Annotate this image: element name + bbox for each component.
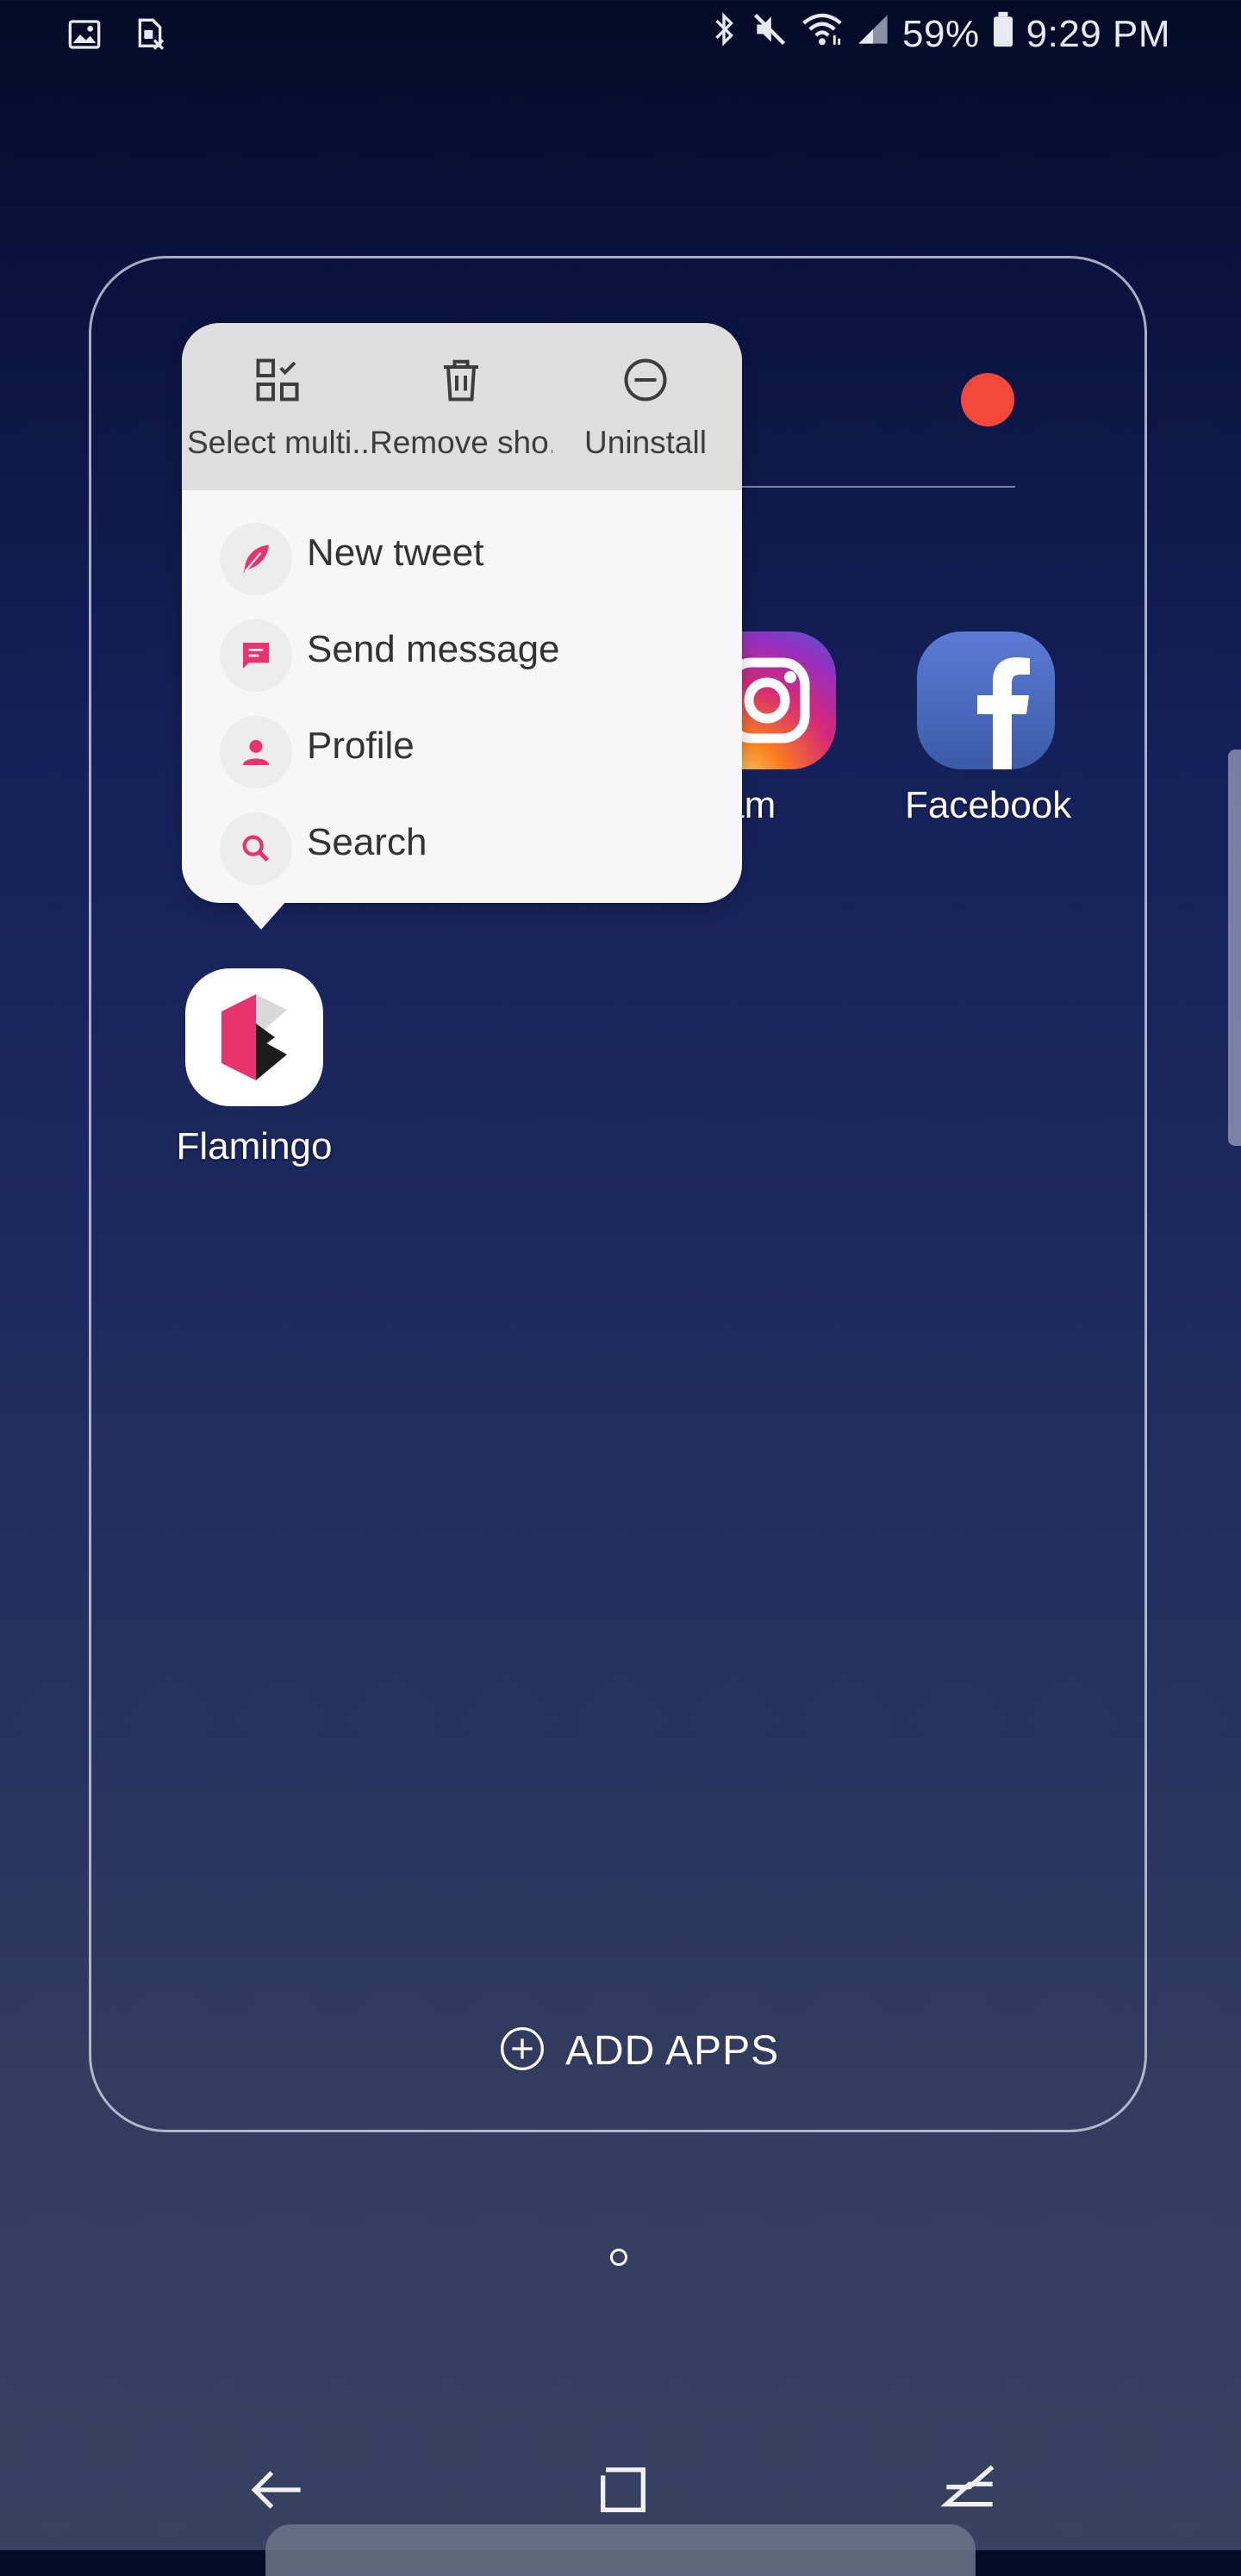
remove-shortcut-button[interactable]: Remove sho..	[370, 323, 552, 490]
flamingo-app-icon	[185, 968, 323, 1106]
back-arrow-icon	[251, 2471, 301, 2509]
gallery-icon	[67, 17, 102, 56]
select-multiple-button[interactable]: Select multi..	[187, 323, 368, 490]
folder-name-underline	[741, 486, 1015, 488]
add-apps-label: ADD APPS	[565, 2028, 780, 2074]
home-button[interactable]	[589, 2455, 658, 2524]
status-left-icons	[67, 17, 167, 56]
add-apps-button[interactable]: ADD APPS	[498, 2025, 779, 2077]
app-flamingo[interactable]: Flamingo	[168, 968, 340, 1175]
page-indicator-dot	[610, 2249, 627, 2266]
message-icon	[220, 619, 292, 692]
recent-apps-button[interactable]	[935, 2455, 1004, 2524]
search-icon	[220, 812, 292, 885]
shortcut-search[interactable]: Search	[182, 792, 742, 888]
uninstall-label: Uninstall	[584, 425, 707, 460]
shortcut-label-profile: Profile	[307, 725, 415, 767]
folder-color-button[interactable]	[961, 373, 1014, 426]
facebook-icon	[917, 632, 1055, 769]
signal-icon	[856, 10, 890, 58]
uninstall-icon	[620, 354, 671, 406]
wifi-icon	[801, 10, 844, 58]
status-bar: 59% 9:29 PM	[0, 0, 1241, 69]
feather-icon	[220, 523, 292, 595]
bottom-sheet-handle[interactable]	[265, 2524, 976, 2576]
remove-shortcut-label: Remove sho..	[370, 425, 552, 460]
trash-icon	[435, 354, 487, 406]
edge-panel-handle[interactable]	[1228, 750, 1241, 1146]
select-multiple-icon	[252, 354, 303, 406]
menu-actions-bar: Select multi.. Remove sho.. Uninstall	[182, 323, 742, 490]
back-button[interactable]	[243, 2455, 312, 2524]
bluetooth-icon	[709, 10, 739, 58]
status-right: 59% 9:29 PM	[709, 10, 1170, 58]
select-multiple-label: Select multi..	[187, 425, 368, 460]
battery-icon	[992, 10, 1014, 58]
shortcut-label-new-tweet: New tweet	[307, 532, 484, 574]
app-shortcut-menu: Select multi.. Remove sho.. Uninstall Ne…	[182, 323, 742, 930]
home-square-icon	[601, 2467, 645, 2512]
sim-card-off-icon	[133, 17, 167, 56]
uninstall-button[interactable]: Uninstall	[554, 323, 737, 490]
shortcut-send-message[interactable]: Send message	[182, 599, 742, 695]
person-icon	[220, 716, 292, 788]
clock: 9:29 PM	[1026, 12, 1170, 55]
shortcut-profile[interactable]: Profile	[182, 695, 742, 792]
shortcut-label-send-message: Send message	[307, 628, 560, 670]
app-label-facebook: Facebook	[905, 784, 1072, 826]
menu-pointer	[235, 900, 287, 930]
app-label-flamingo: Flamingo	[176, 1125, 333, 1167]
recent-apps-icon	[940, 2465, 995, 2507]
add-circle-icon	[498, 2025, 546, 2077]
mute-icon	[751, 10, 789, 58]
shortcut-new-tweet[interactable]: New tweet	[182, 502, 742, 599]
battery-percent: 59%	[902, 12, 980, 55]
app-facebook[interactable]: Facebook	[900, 632, 1072, 838]
shortcut-label-search: Search	[307, 821, 427, 863]
